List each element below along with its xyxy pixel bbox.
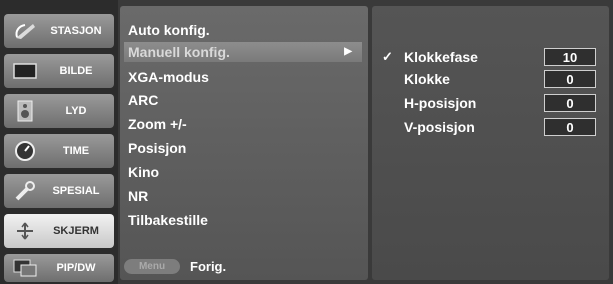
setting-value[interactable]: 0 — [544, 70, 596, 88]
check-icon: ✓ — [382, 49, 393, 64]
menu-button[interactable]: Menu — [124, 258, 180, 274]
submenu-item-label: Auto konfig. — [128, 22, 210, 38]
adjust-screen-icon — [10, 219, 40, 243]
category-pip-dw[interactable]: PIP/DW — [4, 254, 114, 282]
clock-icon — [10, 139, 40, 163]
category-label: BILDE — [59, 65, 93, 77]
setting-row-v-posisjon[interactable]: V-posisjon 0 — [382, 118, 602, 136]
pip-icon — [10, 256, 40, 280]
submenu-item-manual-config[interactable]: Manuell konfig. ▶ — [124, 42, 362, 62]
setting-label: V-posisjon — [404, 119, 475, 135]
submenu-item-label: NR — [128, 188, 149, 204]
satellite-dish-icon — [10, 19, 40, 43]
submenu-panel: Auto konfig. Manuell konfig. ▶ XGA-modus … — [120, 6, 368, 280]
submenu-item-label: Zoom +/- — [128, 116, 187, 132]
submenu-item-label: Tilbakestille — [128, 212, 208, 228]
category-label: PIP/DW — [56, 262, 96, 274]
setting-row-klokkefase[interactable]: ✓ Klokkefase 10 — [382, 48, 602, 66]
setting-value[interactable]: 0 — [544, 94, 596, 112]
category-skjerm[interactable]: SKJERM — [4, 214, 114, 248]
setting-value[interactable]: 10 — [544, 48, 596, 66]
submenu-item-label: Kino — [128, 164, 160, 180]
submenu-item-xga-mode[interactable]: XGA-modus — [128, 67, 362, 87]
submenu-item-label: ARC — [128, 92, 159, 108]
category-spesial[interactable]: SPESIAL — [4, 174, 114, 208]
category-bilde[interactable]: BILDE — [4, 54, 114, 88]
submenu-item-label: XGA-modus — [128, 69, 209, 85]
osd-menu: STASJON BILDE LYD TIME SPESIAL SKJERM PI… — [0, 0, 613, 284]
category-label: SPESIAL — [52, 185, 100, 197]
setting-row-h-posisjon[interactable]: H-posisjon 0 — [382, 94, 602, 112]
wrench-icon — [10, 179, 40, 203]
back-label: Forig. — [190, 258, 227, 274]
screen-icon — [10, 59, 40, 83]
category-lyd[interactable]: LYD — [4, 94, 114, 128]
submenu-item-zoom[interactable]: Zoom +/- — [128, 114, 362, 134]
setting-label: Klokke — [404, 71, 450, 87]
category-stasjon[interactable]: STASJON — [4, 14, 114, 48]
submenu-item-auto-config[interactable]: Auto konfig. — [128, 20, 362, 40]
submenu-item-arc[interactable]: ARC — [128, 90, 362, 110]
submenu-item-label: Manuell konfig. — [128, 44, 230, 60]
setting-label: H-posisjon — [404, 95, 477, 111]
submenu-item-position[interactable]: Posisjon — [128, 138, 362, 158]
menu-footer: Menu Forig. — [124, 256, 364, 276]
speaker-icon — [10, 99, 40, 123]
submenu-item-nr[interactable]: NR — [128, 186, 362, 206]
setting-label: Klokkefase — [404, 49, 478, 65]
setting-value[interactable]: 0 — [544, 118, 596, 136]
submenu-item-reset[interactable]: Tilbakestille — [128, 210, 362, 230]
category-column: STASJON BILDE LYD TIME SPESIAL SKJERM PI… — [0, 0, 118, 284]
category-label: SKJERM — [53, 225, 99, 237]
arrow-right-icon: ▶ — [344, 46, 352, 57]
submenu-item-label: Posisjon — [128, 140, 187, 156]
category-time[interactable]: TIME — [4, 134, 114, 168]
category-label: TIME — [62, 145, 90, 157]
settings-panel: ✓ Klokkefase 10 Klokke 0 H-posisjon 0 V-… — [372, 6, 609, 280]
category-label: LYD — [65, 105, 87, 117]
submenu-item-kino[interactable]: Kino — [128, 162, 362, 182]
category-label: STASJON — [50, 25, 102, 37]
setting-row-klokke[interactable]: Klokke 0 — [382, 70, 602, 88]
